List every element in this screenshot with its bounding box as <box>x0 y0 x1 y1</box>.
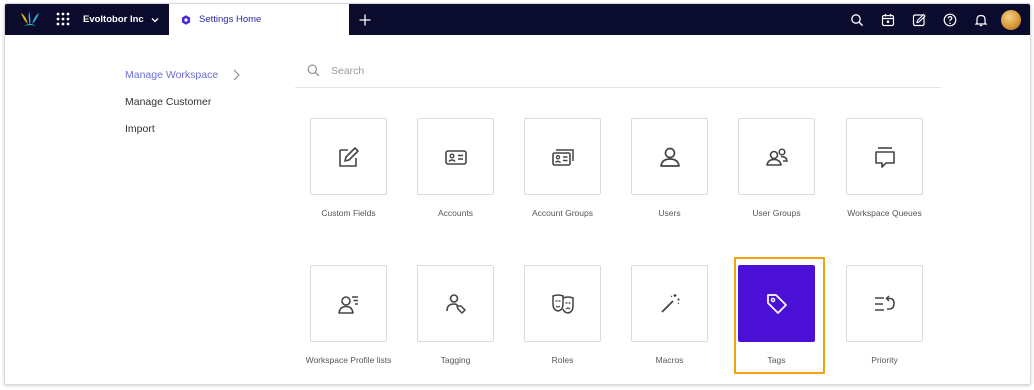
queue-icon <box>874 146 895 168</box>
help-icon <box>943 13 956 26</box>
tile-box <box>631 265 708 342</box>
org-name: Evoltobor Inc <box>83 14 144 25</box>
tile-box <box>524 265 601 342</box>
user-group-icon <box>765 147 788 166</box>
avatar[interactable] <box>1001 9 1021 30</box>
new-tab-button[interactable] <box>349 4 381 35</box>
brand-logo[interactable] <box>19 10 41 28</box>
calendar-button[interactable] <box>872 4 903 35</box>
tile-label: Priority <box>871 355 898 365</box>
compose-button[interactable] <box>903 4 934 35</box>
search-input[interactable] <box>331 64 891 77</box>
bell-icon <box>974 14 987 26</box>
apps-grid-icon[interactable] <box>56 12 70 26</box>
selection-highlight <box>734 257 825 374</box>
tile-box <box>310 118 387 195</box>
tile-box <box>417 118 494 195</box>
search-icon <box>307 64 320 77</box>
top-bar: Evoltobor Inc Settings Home <box>5 4 1030 35</box>
org-switcher[interactable]: Evoltobor Inc <box>83 4 159 35</box>
id-card-icon <box>444 149 467 165</box>
nav-item-import[interactable]: Import <box>125 115 255 142</box>
gear-icon <box>181 14 191 25</box>
search-button[interactable] <box>841 4 872 35</box>
chevron-right-icon <box>233 69 240 80</box>
nav-item-label: Manage Workspace <box>125 68 219 81</box>
tab-settings-home[interactable]: Settings Home <box>169 4 349 35</box>
plus-icon <box>359 14 371 25</box>
theater-masks-icon <box>551 293 574 314</box>
edit-field-icon <box>338 146 359 167</box>
calendar-icon <box>881 13 894 26</box>
tab-label: Settings Home <box>199 14 262 25</box>
nav-item-label: Manage Customer <box>125 95 212 108</box>
tile-box <box>631 118 708 195</box>
tile-box <box>524 118 601 195</box>
compose-icon <box>912 13 926 26</box>
nav-item-manage-workspace[interactable]: Manage Workspace <box>125 61 255 88</box>
tile-box <box>417 265 494 342</box>
tile-box <box>846 265 923 342</box>
tile-box <box>846 118 923 195</box>
settings-search <box>295 54 941 88</box>
tile-box <box>310 265 387 342</box>
nav-item-manage-customer[interactable]: Manage Customer <box>125 88 255 115</box>
priority-icon <box>874 294 895 311</box>
search-icon <box>850 13 863 26</box>
profile-list-icon <box>337 295 358 314</box>
topbar-actions <box>841 4 1024 35</box>
help-button[interactable] <box>934 4 965 35</box>
notifications-button[interactable] <box>965 4 996 35</box>
user-icon <box>659 147 680 167</box>
id-cards-stack-icon <box>551 148 574 166</box>
chevron-down-icon <box>151 17 159 22</box>
magic-wand-icon <box>660 293 679 313</box>
nav-item-label: Import <box>125 122 155 135</box>
tile-box <box>738 118 815 195</box>
settings-nav: Manage Workspace Manage Customer Import <box>125 61 255 142</box>
tile-label: Workspace Queues <box>847 208 922 218</box>
app-window: Evoltobor Inc Settings Home Manage Works… <box>4 3 1031 385</box>
user-tag-icon <box>445 293 466 314</box>
